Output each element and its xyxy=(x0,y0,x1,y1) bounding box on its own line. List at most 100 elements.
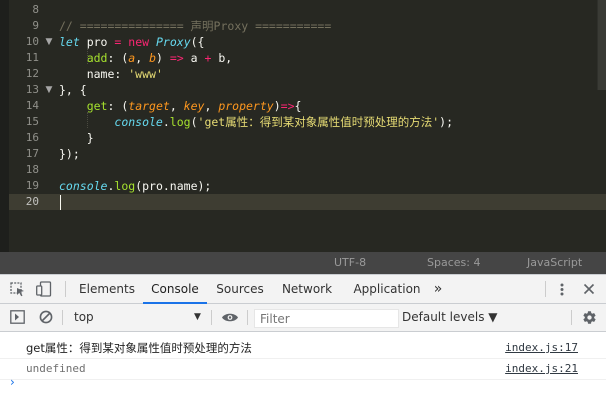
encoding-indicator[interactable]: UTF-8 xyxy=(334,252,366,274)
editor-left-edge xyxy=(0,0,9,252)
console-message-text: get属性：得到某对象属性值时预处理的方法 xyxy=(26,341,252,355)
code-line[interactable]: }, { xyxy=(59,82,606,98)
line-number: 10 xyxy=(25,35,39,48)
fold-toggle-icon[interactable]: ▼ xyxy=(44,34,54,50)
code-token: b xyxy=(149,51,156,65)
code-token: pro xyxy=(79,35,115,49)
code-token: property xyxy=(218,99,274,113)
line-number: 14 xyxy=(25,99,39,112)
code-line[interactable]: // =============== 声明Proxy =========== xyxy=(59,18,606,34)
code-token: ({ xyxy=(190,35,205,49)
indent-guide xyxy=(87,112,88,128)
line-number: 20 xyxy=(25,195,39,208)
editor-scrollbar[interactable] xyxy=(597,0,606,90)
code-token: console xyxy=(114,115,163,129)
code-token: . xyxy=(162,115,170,129)
code-token: Proxy xyxy=(156,35,191,49)
code-token: => xyxy=(280,99,295,113)
code-token: ) xyxy=(273,99,281,113)
code-line[interactable] xyxy=(59,2,606,18)
code-line[interactable]: let pro = new Proxy({ xyxy=(59,34,606,50)
code-line[interactable]: } xyxy=(59,130,606,146)
more-options-icon[interactable] xyxy=(558,282,566,297)
console-message: undefined index.js:21 xyxy=(0,359,606,380)
code-token: : ( xyxy=(107,51,129,65)
text-cursor xyxy=(60,195,61,210)
devtools-tabbar: Elements Console Sources Network Applica… xyxy=(0,275,606,304)
code-token: 'www' xyxy=(128,67,163,81)
indentation-indicator[interactable]: Spaces: 4 xyxy=(427,252,480,274)
toolbar-divider xyxy=(62,310,63,325)
code-token: target xyxy=(128,99,170,113)
code-token: log xyxy=(169,115,191,129)
tab-application[interactable]: Application xyxy=(345,275,429,303)
line-number: 13 xyxy=(25,83,39,96)
devtools-panel: Elements Console Sources Network Applica… xyxy=(0,274,606,413)
filter-input[interactable] xyxy=(254,309,399,328)
code-line[interactable]: }); xyxy=(59,146,606,162)
line-number: 9 xyxy=(32,19,39,32)
inspect-element-icon[interactable] xyxy=(10,282,26,297)
show-sidebar-icon[interactable] xyxy=(10,310,25,324)
line-number: 18 xyxy=(25,163,39,176)
tab-sources[interactable]: Sources xyxy=(210,275,270,303)
line-number: 17 xyxy=(25,147,39,160)
language-indicator[interactable]: JavaScript xyxy=(527,252,582,274)
more-tabs-button[interactable]: » xyxy=(428,275,448,303)
status-bar: UTF-8 Spaces: 4 JavaScript xyxy=(0,252,606,274)
tab-network[interactable]: Network xyxy=(275,275,339,303)
code-token: new xyxy=(128,35,150,49)
console-output: get属性：得到某对象属性值时预处理的方法 index.js:17 undefi… xyxy=(0,332,606,413)
console-source-link[interactable]: index.js:17 xyxy=(505,338,578,358)
code-line[interactable] xyxy=(59,162,606,178)
code-token: b, xyxy=(211,51,233,65)
console-toolbar: top ▼ Default levels ▼ xyxy=(0,304,606,332)
tab-console[interactable]: Console xyxy=(143,275,207,304)
code-token: get xyxy=(86,99,108,113)
code-token: log xyxy=(114,179,136,193)
line-number: 12 xyxy=(25,67,39,80)
code-token: , xyxy=(204,99,219,113)
console-message-text: undefined xyxy=(26,362,86,375)
code-line[interactable]: add: (a, b) => a + b, xyxy=(59,50,606,66)
code-area[interactable]: // =============== 声明Proxy =========== le… xyxy=(59,0,606,252)
code-token: key xyxy=(183,99,205,113)
code-token: }); xyxy=(59,147,80,161)
indent-guide xyxy=(87,48,88,64)
console-prompt[interactable]: › xyxy=(10,375,15,389)
code-token: } xyxy=(59,131,94,145)
clear-console-icon[interactable] xyxy=(39,310,53,324)
context-dropdown-icon[interactable]: ▼ xyxy=(194,304,201,331)
live-expression-eye-icon[interactable] xyxy=(221,312,239,323)
code-line[interactable]: console.log(pro.name); xyxy=(59,178,606,194)
line-number-gutter: 8 9 10 ▼ 11 12 13 ▼ 14 15 16 17 18 19 20 xyxy=(9,0,59,252)
code-token: , xyxy=(135,51,150,65)
fold-toggle-icon[interactable]: ▼ xyxy=(44,82,54,98)
code-token: // =============== 声明Proxy =========== xyxy=(59,19,332,33)
context-selector[interactable]: top xyxy=(74,304,94,331)
code-token: ) xyxy=(156,51,170,65)
toolbar-divider xyxy=(211,310,212,325)
toolbar-divider xyxy=(65,281,66,297)
gear-icon[interactable] xyxy=(582,310,597,325)
code-token: , xyxy=(169,99,184,113)
code-token: => xyxy=(169,51,184,65)
code-line[interactable] xyxy=(59,194,606,210)
tab-elements[interactable]: Elements xyxy=(74,275,140,303)
code-line[interactable]: name: 'www' xyxy=(59,66,606,82)
console-message: get属性：得到某对象属性值时预处理的方法 index.js:17 xyxy=(0,338,606,359)
code-line[interactable]: get: (target, key, property)=>{ xyxy=(59,98,606,114)
code-editor[interactable]: 8 9 10 ▼ 11 12 13 ▼ 14 15 16 17 18 19 20 // ==========… xyxy=(0,0,606,252)
log-levels-dropdown[interactable]: Default levels ▼ xyxy=(402,304,498,331)
line-number: 19 xyxy=(25,179,39,192)
console-source-link[interactable]: index.js:21 xyxy=(505,359,578,379)
line-number: 8 xyxy=(32,3,39,16)
code-token: ); xyxy=(439,115,453,129)
code-token: console xyxy=(59,179,108,193)
close-icon[interactable] xyxy=(583,283,595,295)
toolbar-divider xyxy=(571,310,572,325)
code-line[interactable]: console.log('get属性：得到某对象属性值时预处理的方法'); xyxy=(59,114,606,130)
device-toolbar-icon[interactable] xyxy=(36,281,53,297)
